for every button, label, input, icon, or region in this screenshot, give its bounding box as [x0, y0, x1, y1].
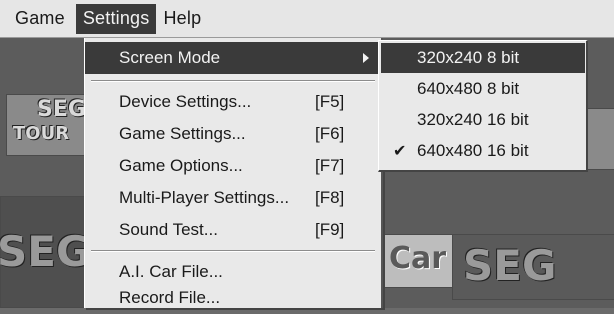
- menu-separator: [91, 250, 375, 252]
- screen-mode-640x480-16bit[interactable]: ✔ 640x480 16 bit: [381, 136, 585, 166]
- shortcut-label: [F6]: [315, 124, 345, 143]
- menu-item-game-options[interactable]: Game Options... [F7]: [85, 150, 381, 182]
- menu-item-device-settings[interactable]: Device Settings... [F5]: [85, 86, 381, 118]
- shortcut-label: [F5]: [315, 92, 345, 111]
- screen-mode-640x480-8bit[interactable]: 640x480 8 bit: [381, 74, 585, 104]
- menu-item-screen-mode[interactable]: Screen Mode: [85, 42, 381, 74]
- shortcut-label: [F7]: [315, 156, 345, 175]
- menu-bar: Game Settings Help: [0, 0, 614, 38]
- submenu-item-label: 320x240 16 bit: [417, 110, 529, 129]
- sega-logo-tile-right: SEG: [452, 234, 614, 300]
- menu-help[interactable]: Help: [156, 4, 208, 34]
- menu-item-label: A.I. Car File...: [119, 262, 223, 281]
- car-tile: Car: [380, 234, 457, 288]
- sega-touring-logo-tile: SEG TOUR: [6, 94, 88, 156]
- menu-item-label: Multi-Player Settings...: [119, 188, 290, 207]
- logo-text: TOUR: [13, 123, 70, 144]
- menu-item-label: Sound Test...: [119, 220, 218, 239]
- menu-item-game-settings[interactable]: Game Settings... [F6]: [85, 118, 381, 150]
- logo-text: SEG: [0, 227, 91, 276]
- shortcut-label: [F9]: [315, 220, 345, 239]
- screen-mode-submenu: 320x240 8 bit 640x480 8 bit 320x240 16 b…: [378, 40, 588, 172]
- menu-item-multiplayer-settings[interactable]: Multi-Player Settings... [F8]: [85, 182, 381, 214]
- submenu-item-label: 640x480 16 bit: [417, 141, 529, 160]
- menu-settings[interactable]: Settings: [75, 3, 157, 34]
- checkmark-icon: ✔: [393, 143, 407, 160]
- menu-separator: [91, 80, 375, 82]
- shortcut-label: [F8]: [315, 188, 345, 207]
- submenu-item-label: 640x480 8 bit: [417, 79, 520, 98]
- menu-item-label: Device Settings...: [119, 92, 252, 111]
- logo-text: SEG: [37, 97, 86, 122]
- submenu-item-label: 320x240 8 bit: [417, 48, 520, 67]
- car-text: Car: [389, 241, 447, 276]
- menu-item-label: Record File...: [119, 288, 221, 307]
- settings-menu: Screen Mode Device Settings... [F5] Game…: [84, 38, 383, 308]
- logo-text: SEG: [463, 241, 557, 290]
- submenu-arrow-icon: [363, 53, 369, 63]
- menu-item-sound-test[interactable]: Sound Test... [F9]: [85, 214, 381, 246]
- screen-mode-320x240-16bit[interactable]: 320x240 16 bit: [381, 105, 585, 135]
- menu-item-label: Game Options...: [119, 156, 243, 175]
- menu-game[interactable]: Game: [8, 4, 72, 34]
- sega-logo-tile-left: SEG: [0, 196, 92, 308]
- menu-item-label: Screen Mode: [119, 48, 221, 67]
- menu-item-record-file[interactable]: Record File...: [85, 282, 381, 314]
- menu-item-label: Game Settings...: [119, 124, 246, 143]
- screen-mode-320x240-8bit[interactable]: 320x240 8 bit: [381, 43, 585, 73]
